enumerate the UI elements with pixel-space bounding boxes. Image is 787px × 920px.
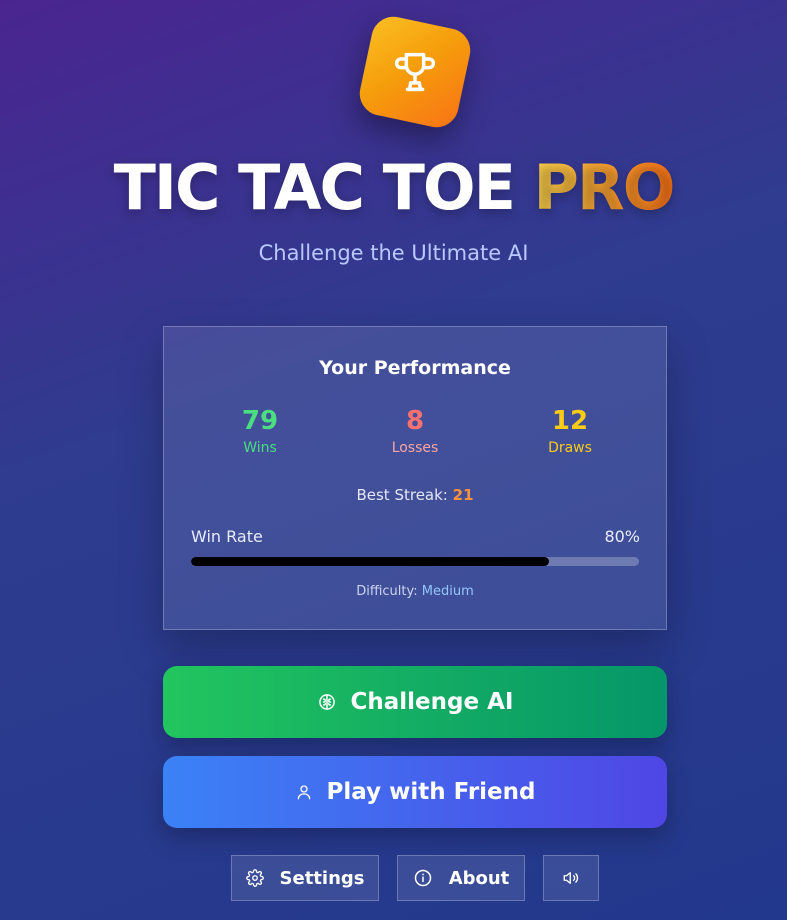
challenge-ai-label: Challenge AI — [350, 689, 514, 715]
settings-label: Settings — [279, 867, 365, 889]
sound-toggle-button[interactable] — [543, 855, 599, 901]
draws-stat: 12 Draws — [500, 405, 640, 459]
wins-label: Wins — [243, 440, 277, 456]
win-rate-percent: 80% — [604, 527, 640, 546]
info-icon — [413, 868, 433, 888]
win-rate-progress-fill — [191, 557, 550, 566]
challenge-ai-button[interactable]: Challenge AI — [163, 666, 667, 738]
win-rate-progress-bar — [191, 557, 639, 566]
gear-icon — [245, 869, 264, 887]
draws-label: Draws — [548, 440, 592, 456]
draws-count: 12 — [551, 406, 589, 436]
app-logo — [355, 12, 475, 132]
page-title: TIC TAC TOE PRO — [0, 152, 787, 224]
best-streak-label: Best Streak: — [356, 486, 448, 504]
losses-count: 8 — [405, 406, 425, 436]
losses-stat: 8 Losses — [345, 405, 485, 459]
user-icon — [295, 783, 313, 801]
speaker-icon — [562, 869, 580, 887]
best-streak: Best Streak: 21 — [164, 486, 666, 504]
about-button[interactable]: About — [397, 855, 525, 901]
settings-button[interactable]: Settings — [231, 855, 379, 901]
performance-card: Your Performance 79 Wins 8 Losses 12 Dra… — [163, 326, 667, 630]
title-accent: PRO — [533, 151, 676, 224]
trophy-icon — [394, 52, 436, 92]
win-rate-label: Win Rate — [191, 527, 263, 546]
difficulty-value: Medium — [421, 584, 474, 599]
wins-stat: 79 Wins — [190, 405, 330, 459]
performance-heading: Your Performance — [319, 357, 511, 379]
play-with-friend-button[interactable]: Play with Friend — [163, 756, 667, 828]
best-streak-value: 21 — [452, 486, 474, 504]
logo-badge — [355, 12, 475, 132]
difficulty-indicator: Difficulty: Medium — [164, 584, 666, 599]
losses-label: Losses — [391, 440, 439, 456]
play-with-friend-label: Play with Friend — [326, 779, 536, 805]
brain-icon — [317, 692, 337, 712]
title-main: TIC TAC TOE — [113, 151, 516, 224]
about-label: About — [448, 867, 510, 889]
page-subtitle: Challenge the Ultimate AI — [258, 241, 529, 265]
wins-count: 79 — [241, 406, 279, 436]
difficulty-label: Difficulty: — [356, 584, 418, 599]
